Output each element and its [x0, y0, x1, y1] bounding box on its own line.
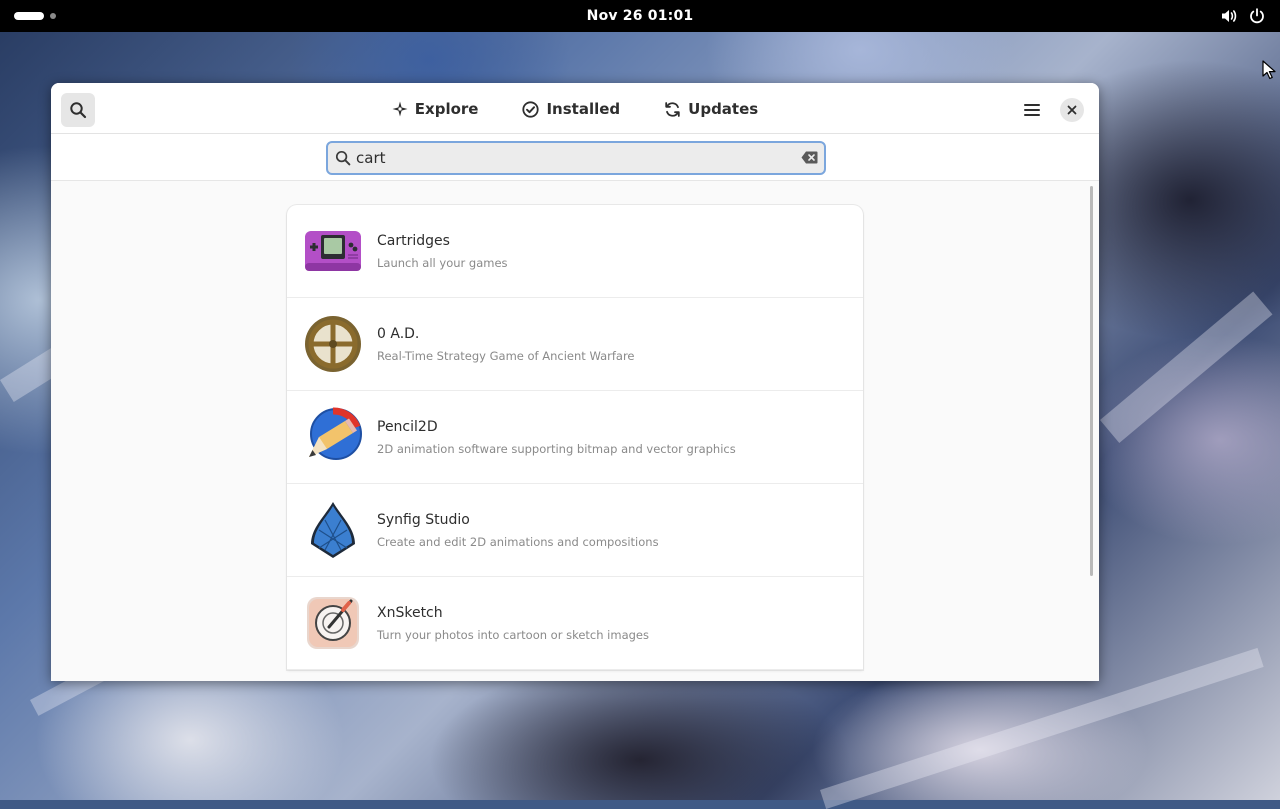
header-bar: Explore Installed Updates — [51, 83, 1099, 134]
app-name: Pencil2D — [377, 419, 438, 435]
explore-icon — [392, 101, 408, 117]
mouse-cursor-icon — [1262, 60, 1276, 84]
app-name: Cartridges — [377, 233, 450, 249]
app-description: Real-Time Strategy Game of Ancient Warfa… — [377, 349, 635, 363]
search-results-area[interactable]: Cartridges Launch all your games 0 A.D. … — [51, 181, 1099, 681]
search-bar — [51, 134, 1099, 181]
scrollbar[interactable] — [1090, 186, 1093, 576]
zero-ad-wheel-icon — [305, 316, 361, 372]
main-menu-button[interactable] — [1017, 95, 1047, 125]
search-entry[interactable] — [326, 141, 826, 175]
volume-icon[interactable] — [1220, 7, 1238, 25]
list-item[interactable]: XnSketch Turn your photos into cartoon o… — [287, 577, 863, 670]
app-name: XnSketch — [377, 605, 443, 621]
tab-installed-label: Installed — [546, 100, 621, 118]
tab-updates[interactable]: Updates — [642, 94, 780, 124]
installed-check-icon — [522, 100, 540, 118]
list-item[interactable]: Synfig Studio Create and edit 2D animati… — [287, 484, 863, 577]
tab-explore-label: Explore — [414, 100, 479, 118]
search-input[interactable] — [356, 143, 786, 173]
app-name: 0 A.D. — [377, 326, 420, 342]
close-icon — [1067, 105, 1077, 115]
system-tray[interactable] — [1220, 6, 1266, 26]
updates-refresh-icon — [665, 101, 680, 117]
list-item[interactable]: 0 A.D. Real-Time Strategy Game of Ancien… — [287, 298, 863, 391]
app-description: 2D animation software supporting bitmap … — [377, 442, 736, 456]
software-window: Explore Installed Updates cart Cartridge… — [51, 83, 1099, 681]
close-window-button[interactable] — [1060, 98, 1084, 122]
power-icon[interactable] — [1248, 7, 1266, 25]
hamburger-menu-icon — [1024, 104, 1040, 116]
app-description: Create and edit 2D animations and compos… — [377, 535, 659, 549]
top-bar: Nov 26 01:01 — [0, 0, 1280, 32]
clock[interactable]: Nov 26 01:01 — [0, 0, 1280, 32]
view-switcher: Explore Installed Updates — [51, 83, 1099, 135]
xnsketch-icon — [307, 597, 359, 649]
list-item[interactable]: Pencil2D 2D animation software supportin… — [287, 391, 863, 484]
tab-updates-label: Updates — [688, 100, 759, 118]
search-icon — [335, 150, 351, 166]
pencil2d-icon — [309, 407, 362, 460]
synfig-arch-icon — [311, 502, 355, 558]
tab-explore[interactable]: Explore — [370, 94, 501, 124]
clear-search-icon[interactable] — [801, 151, 818, 164]
tab-installed[interactable]: Installed — [500, 94, 642, 124]
app-name: Synfig Studio — [377, 512, 470, 528]
list-item[interactable]: Cartridges Launch all your games — [287, 205, 863, 298]
cartridges-handheld-icon — [305, 231, 361, 271]
app-description: Turn your photos into cartoon or sketch … — [377, 628, 649, 642]
app-description: Launch all your games — [377, 256, 508, 270]
results-list: Cartridges Launch all your games 0 A.D. … — [287, 205, 863, 670]
